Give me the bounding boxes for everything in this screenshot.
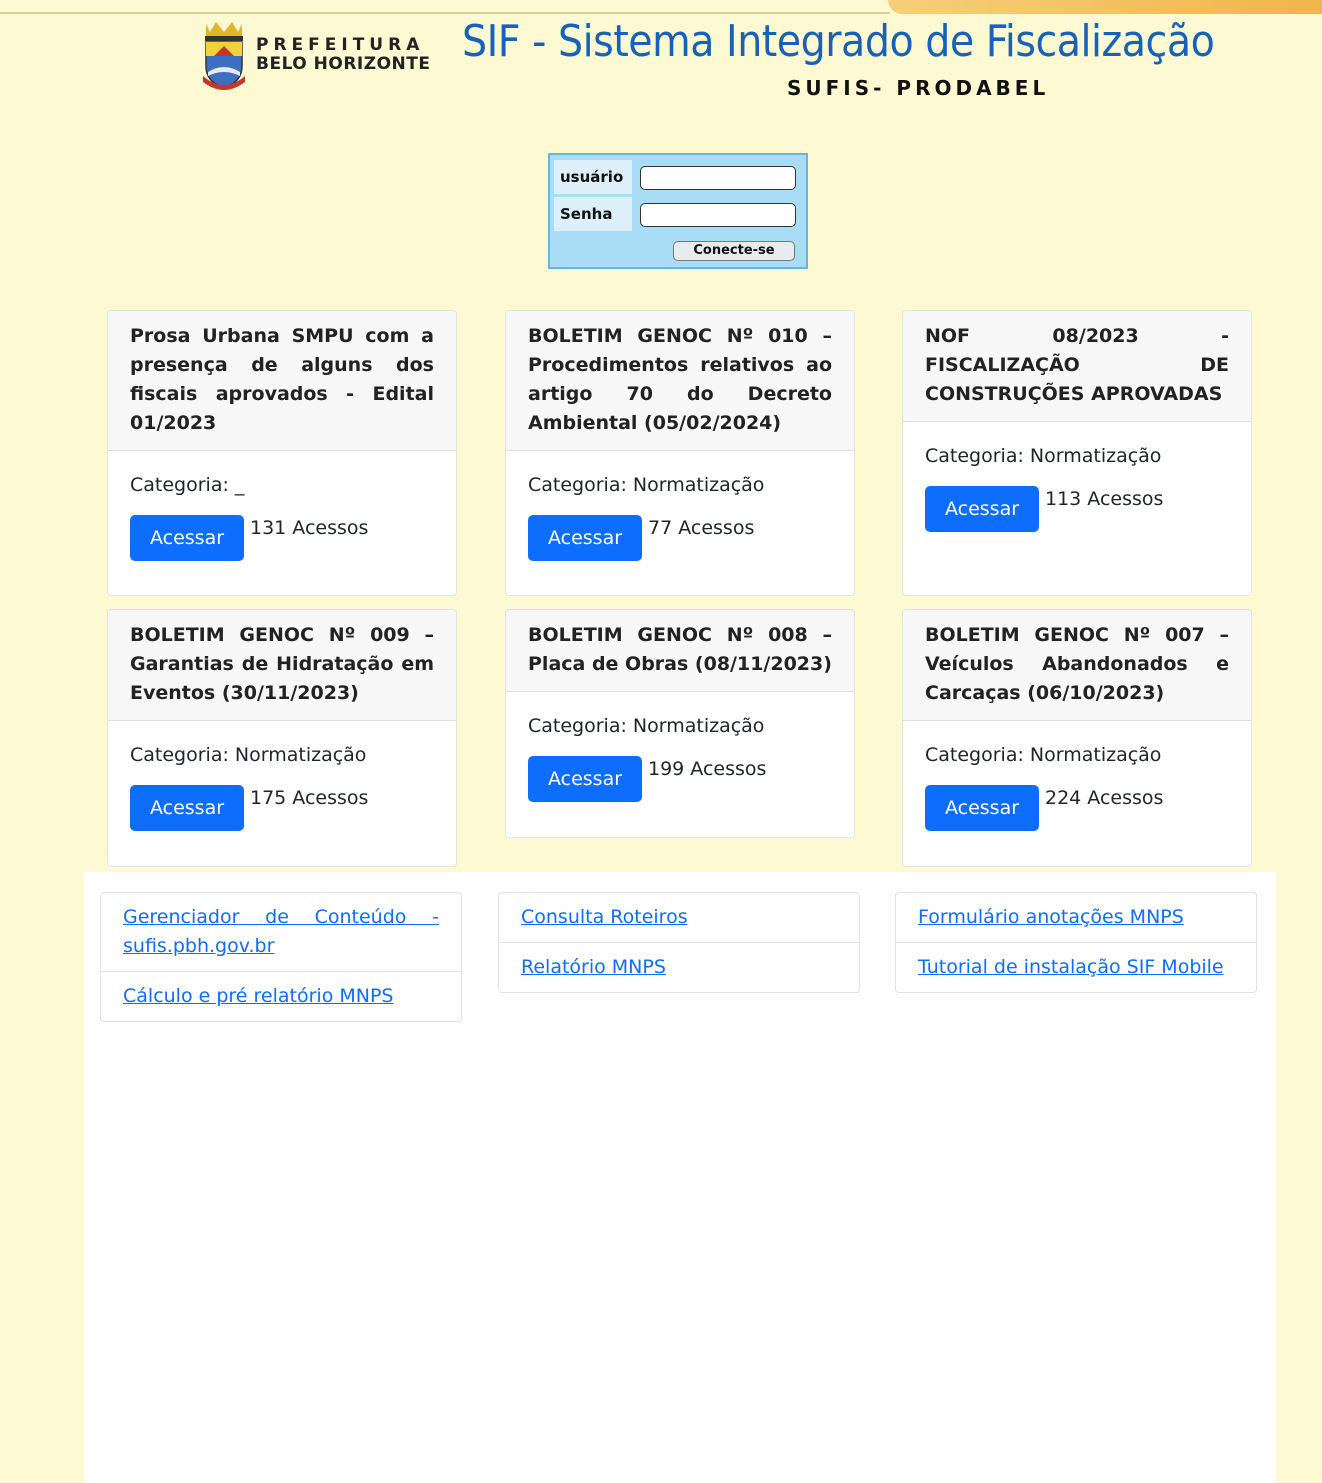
prefeitura-wordmark: PREFEITURA BELO HORIZONTE xyxy=(256,36,430,74)
card-category: Categoria: Normatização xyxy=(925,445,1162,467)
card-actions: Acessar 199 Acessos xyxy=(528,756,832,802)
card-title: BOLETIM GENOC Nº 008 – Placa de Obras (0… xyxy=(506,610,854,692)
password-input[interactable] xyxy=(640,203,796,227)
card-category: Categoria: Normatização xyxy=(528,715,765,737)
login-password-row: Senha xyxy=(554,197,806,231)
card-title: BOLETIM GENOC Nº 007 – Veículos Abandona… xyxy=(903,610,1251,721)
sif-mobile-tutorial-link[interactable]: Tutorial de instalação SIF Mobile xyxy=(918,956,1224,978)
card-body: Categoria: Normatização Acessar 199 Aces… xyxy=(506,692,854,802)
card-category: Categoria: Normatização xyxy=(925,744,1162,766)
card-title: BOLETIM GENOC Nº 009 – Garantias de Hidr… xyxy=(108,610,456,721)
link-group: Consulta Roteiros Relatório MNPS xyxy=(498,892,860,993)
card-title: Prosa Urbana SMPU com a presença de algu… xyxy=(108,311,456,451)
card-actions: Acessar 113 Acessos xyxy=(925,486,1229,532)
access-button[interactable]: Acessar xyxy=(528,515,642,561)
news-card: BOLETIM GENOC Nº 007 – Veículos Abandona… xyxy=(902,609,1252,867)
access-count: 113 Acessos xyxy=(1045,488,1164,510)
news-card: BOLETIM GENOC Nº 008 – Placa de Obras (0… xyxy=(505,609,855,838)
access-count: 77 Acessos xyxy=(648,517,755,539)
link-group: Formulário anotações MNPS Tutorial de in… xyxy=(895,892,1257,993)
card-body: Categoria: Normatização Acessar 224 Aces… xyxy=(903,721,1251,831)
link-list-item: Tutorial de instalação SIF Mobile xyxy=(896,943,1256,992)
relatorio-mnps-link[interactable]: Relatório MNPS xyxy=(521,956,666,978)
card-actions: Acessar 224 Acessos xyxy=(925,785,1229,831)
access-button[interactable]: Acessar xyxy=(925,486,1039,532)
link-list-item: Cálculo e pré relatório MNPS xyxy=(101,972,461,1021)
site-subtitle: SUFIS- PRODABEL xyxy=(787,76,1050,100)
consulta-roteiros-link[interactable]: Consulta Roteiros xyxy=(521,906,688,928)
access-count: 131 Acessos xyxy=(250,517,369,539)
user-label: usuário xyxy=(554,160,632,194)
access-count: 175 Acessos xyxy=(250,787,369,809)
login-button[interactable]: Conecte-se xyxy=(673,241,795,261)
card-actions: Acessar 131 Acessos xyxy=(130,515,434,561)
card-body: Categoria: Normatização Acessar 175 Aces… xyxy=(108,721,456,831)
link-list-item: Formulário anotações MNPS xyxy=(896,893,1256,943)
city-crest-logo xyxy=(203,22,245,90)
link-list-item: Relatório MNPS xyxy=(499,943,859,992)
login-user-row: usuário xyxy=(554,160,806,194)
card-body: Categoria: _ Acessar 131 Acessos xyxy=(108,451,456,561)
news-card: BOLETIM GENOC Nº 009 – Garantias de Hidr… xyxy=(107,609,457,867)
access-button[interactable]: Acessar xyxy=(130,515,244,561)
card-category: Categoria: _ xyxy=(130,474,245,496)
corner-accent xyxy=(888,0,1322,14)
mnps-form-link[interactable]: Formulário anotações MNPS xyxy=(918,906,1184,928)
news-card: NOF 08/2023 - FISCALIZAÇÃO DE CONSTRUÇÕE… xyxy=(902,310,1252,596)
news-card: BOLETIM GENOC Nº 010 – Procedimentos rel… xyxy=(505,310,855,596)
card-body: Categoria: Normatização Acessar 77 Acess… xyxy=(506,451,854,561)
access-button[interactable]: Acessar xyxy=(528,756,642,802)
access-count: 199 Acessos xyxy=(648,758,767,780)
card-title: BOLETIM GENOC Nº 010 – Procedimentos rel… xyxy=(506,311,854,451)
login-form: usuário Senha Conecte-se xyxy=(548,153,808,269)
mnps-calculation-link[interactable]: Cálculo e pré relatório MNPS xyxy=(123,985,394,1007)
content-manager-link[interactable]: Gerenciador de Conteúdo - sufis.pbh.gov.… xyxy=(123,906,439,957)
news-card: Prosa Urbana SMPU com a presença de algu… xyxy=(107,310,457,596)
site-title: SIF - Sistema Integrado de Fiscalização xyxy=(462,16,1215,67)
card-actions: Acessar 77 Acessos xyxy=(528,515,832,561)
card-category: Categoria: Normatização xyxy=(130,744,367,766)
link-list-item: Consulta Roteiros xyxy=(499,893,859,943)
link-list-item: Gerenciador de Conteúdo - sufis.pbh.gov.… xyxy=(101,893,461,972)
card-body: Categoria: Normatização Acessar 113 Aces… xyxy=(903,422,1251,532)
access-count: 224 Acessos xyxy=(1045,787,1164,809)
link-group: Gerenciador de Conteúdo - sufis.pbh.gov.… xyxy=(100,892,462,1022)
pref-line1: PREFEITURA xyxy=(256,35,425,55)
card-title: NOF 08/2023 - FISCALIZAÇÃO DE CONSTRUÇÕE… xyxy=(903,311,1251,422)
user-input[interactable] xyxy=(640,166,796,190)
site-header: PREFEITURA BELO HORIZONTE SIF - Sistema … xyxy=(0,14,1322,124)
card-category: Categoria: Normatização xyxy=(528,474,765,496)
access-button[interactable]: Acessar xyxy=(130,785,244,831)
card-actions: Acessar 175 Acessos xyxy=(130,785,434,831)
pref-line2: BELO HORIZONTE xyxy=(256,54,431,74)
access-button[interactable]: Acessar xyxy=(925,785,1039,831)
password-label: Senha xyxy=(554,197,632,231)
